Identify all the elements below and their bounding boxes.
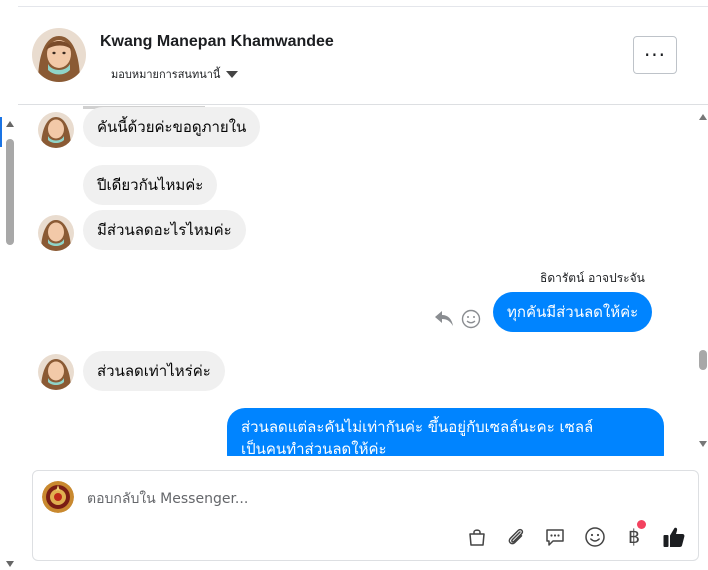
notification-dot <box>637 520 646 529</box>
message-line: ส่วนลดแต่ละคันไม่เท่ากันค่ะ ขึ้นอยู่กับเ… <box>241 418 594 436</box>
scroll-up-arrow-icon[interactable] <box>6 121 14 127</box>
baht-symbol: ฿ <box>627 526 641 548</box>
scroll-down-arrow-icon[interactable] <box>6 561 14 567</box>
incoming-message-bubble[interactable]: มีส่วนลดอะไรไหมค่ะ <box>83 210 246 250</box>
thread-scroll-thumb[interactable] <box>699 350 707 370</box>
react-emoji-icon[interactable] <box>461 309 481 333</box>
baht-icon[interactable]: ฿ <box>621 520 647 550</box>
message-thread[interactable]: คันนี้ด้วยค่ะขอดูภายใน ปีเดียวกันไหมค่ะ … <box>18 106 690 456</box>
left-accent-bar <box>0 117 2 147</box>
scroll-down-arrow-icon[interactable] <box>699 441 707 447</box>
reply-icon[interactable] <box>434 309 454 331</box>
assign-conversation-label: มอบหมายการสนทนานี้ <box>111 68 221 81</box>
outgoing-message-bubble[interactable]: ทุกคันมีส่วนลดให้ค่ะ <box>493 292 653 332</box>
contact-name[interactable]: Kwang Manepan Khamwandee <box>100 33 334 51</box>
paperclip-icon[interactable] <box>503 524 529 550</box>
reply-composer: ฿ <box>32 470 699 561</box>
like-icon[interactable] <box>661 524 687 550</box>
emoji-icon[interactable] <box>582 524 608 550</box>
caret-down-icon <box>226 70 239 78</box>
saved-replies-icon[interactable] <box>542 524 568 550</box>
thread-scrollbar[interactable] <box>698 108 708 453</box>
reply-input[interactable] <box>87 489 677 509</box>
assign-conversation-dropdown[interactable]: มอบหมายการสนทนานี้ <box>111 65 239 83</box>
sender-avatar[interactable] <box>38 112 74 148</box>
contact-avatar[interactable] <box>32 28 86 82</box>
sender-avatar[interactable] <box>38 354 74 390</box>
outgoing-sender-name: ธิดารัตน์ อาจประจัน <box>540 271 645 285</box>
messenger-conversation-panel: Kwang Manepan Khamwandee มอบหมายการสนทนา… <box>0 0 708 570</box>
message-line: เป็นคนทำส่วนลดให้ค่ะ <box>241 440 387 456</box>
outgoing-message-bubble[interactable]: ส่วนลดแต่ละคันไม่เท่ากันค่ะ ขึ้นอยู่กับเ… <box>227 408 664 456</box>
page-avatar <box>42 481 74 513</box>
bag-icon[interactable] <box>464 524 490 550</box>
more-options-button[interactable]: ··· <box>633 36 677 74</box>
incoming-message-bubble[interactable]: ส่วนลดเท่าไหร่ค่ะ <box>83 351 225 391</box>
left-scroll-thumb[interactable] <box>6 139 14 245</box>
composer-toolbar: ฿ <box>33 520 700 550</box>
left-scrollbar[interactable] <box>0 117 14 567</box>
scroll-up-arrow-icon[interactable] <box>699 114 707 120</box>
incoming-message-bubble[interactable]: คันนี้ด้วยค่ะขอดูภายใน <box>83 107 261 147</box>
incoming-message-bubble[interactable]: ปีเดียวกันไหมค่ะ <box>83 165 218 205</box>
conversation-header: Kwang Manepan Khamwandee มอบหมายการสนทนา… <box>18 7 708 105</box>
more-options-label: ··· <box>643 43 667 67</box>
sender-avatar[interactable] <box>38 215 74 251</box>
